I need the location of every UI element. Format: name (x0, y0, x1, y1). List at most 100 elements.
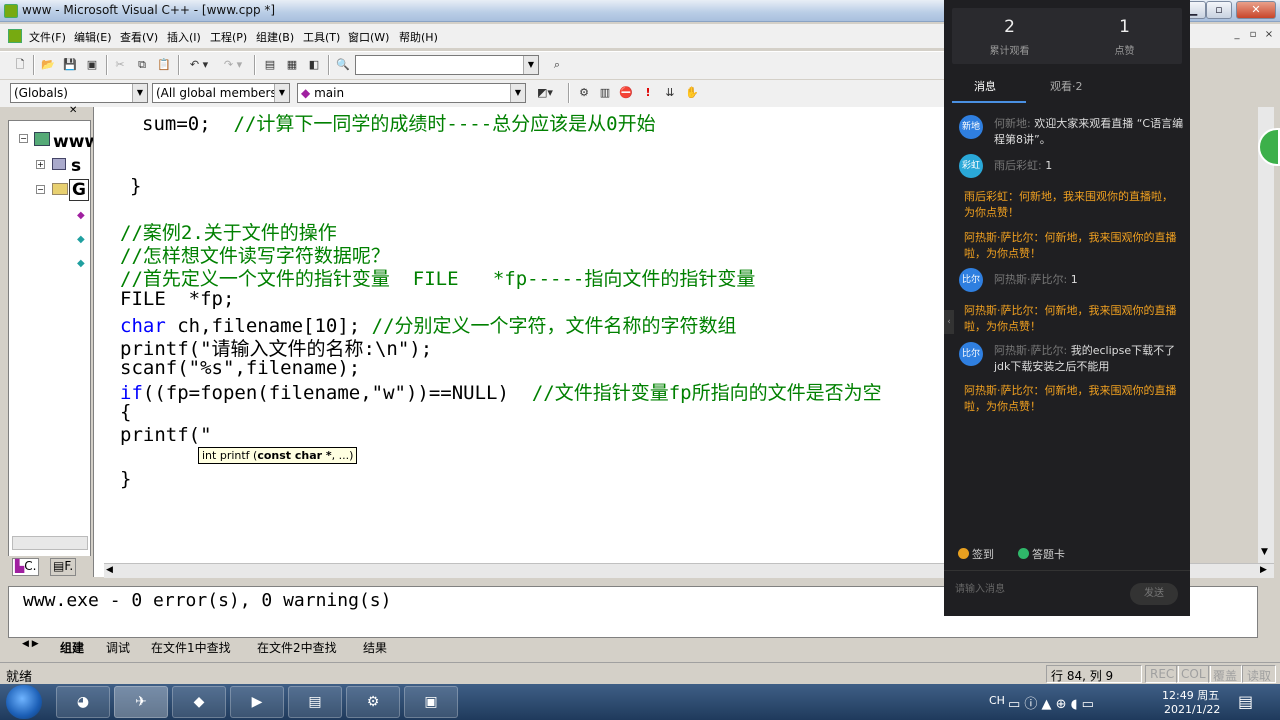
function-combo[interactable]: ◆ main ▼ (297, 83, 526, 103)
file-explorer-icon[interactable]: ▤ (288, 686, 342, 718)
build-icon[interactable]: ▥ (595, 83, 615, 103)
tab-results[interactable]: 结果 (363, 639, 387, 656)
variable-icon[interactable]: ◆ (77, 234, 85, 245)
scroll-left-icon[interactable]: ◀ (106, 565, 113, 575)
chevron-down-icon[interactable]: ▼ (132, 84, 147, 102)
tab-viewers[interactable]: 观看·2 (1050, 78, 1083, 94)
send-button[interactable]: 发送 (1130, 583, 1178, 605)
app-chat-icon[interactable]: ✈ (114, 686, 168, 718)
code-token: //计算下一同学的成绩时----总分应该是从0开始 (233, 113, 656, 135)
clock-date[interactable]: 2021/1/22 (1164, 703, 1220, 716)
function-icon[interactable]: ◆ (77, 210, 85, 221)
chat-input[interactable]: 请输入消息 (955, 580, 1005, 595)
clock-time[interactable]: 12:49 周五 (1162, 687, 1219, 703)
app-vcpp-icon[interactable]: ▣ (404, 686, 458, 718)
execute-icon[interactable]: ! (638, 83, 658, 103)
code-editor[interactable]: sum=0; //计算下一同学的成绩时----总分应该是从0开始 } //案例2… (93, 107, 944, 577)
input-language[interactable]: CH (989, 694, 1005, 707)
chevron-down-icon[interactable]: ▼ (523, 56, 538, 74)
folder-icon (52, 183, 68, 195)
workspace-header: ✕ (8, 105, 91, 121)
toolbar-separator (254, 55, 256, 75)
tab-find-in-files-2[interactable]: 在文件2中查找 (257, 639, 337, 656)
cut-icon[interactable]: ✂ (110, 55, 130, 75)
mdi-restore-button[interactable]: ▫ (1246, 28, 1260, 42)
tab-messages[interactable]: 消息 (974, 78, 996, 94)
menu-build[interactable]: 组建(B) (256, 29, 294, 45)
class-icon (52, 158, 66, 170)
scroll-down-icon[interactable]: ▼ (1261, 547, 1268, 557)
toolbar-separator (33, 55, 35, 75)
save-all-icon[interactable]: ▣ (82, 55, 102, 75)
tree-collapse-icon[interactable]: − (36, 185, 45, 194)
find-icon[interactable]: ⌕ (547, 55, 567, 75)
variable-icon[interactable]: ◆ (77, 258, 85, 269)
editor-vscroll[interactable]: ▼ (1258, 107, 1274, 563)
avatar: 新地 (959, 115, 983, 139)
chevron-down-icon[interactable]: ▼ (510, 84, 525, 102)
function-combo-value: main (314, 86, 345, 100)
undo-icon[interactable]: ↶ ▾ (184, 55, 214, 75)
tab-find-in-files-1[interactable]: 在文件1中查找 (151, 639, 231, 656)
menu-tools[interactable]: 工具(T) (303, 29, 340, 45)
open-folder-icon[interactable]: 📂 (38, 55, 58, 75)
stop-build-icon[interactable]: ⛔ (616, 83, 636, 103)
menu-window[interactable]: 窗口(W) (348, 29, 389, 45)
new-text-file-icon[interactable]: 🗋 (10, 55, 30, 75)
class-combo[interactable]: (Globals) ▼ (10, 83, 148, 103)
find-combo[interactable]: ▼ (355, 55, 539, 75)
notification-icon[interactable]: ▤ (1238, 692, 1253, 711)
menu-insert[interactable]: 插入(I) (167, 29, 201, 45)
members-combo[interactable]: (All global members ▼ (152, 83, 290, 103)
workspace-close-icon[interactable]: ✕ (69, 105, 77, 116)
app-360-icon[interactable]: ◕ (56, 686, 110, 718)
indicator-col: COL (1176, 665, 1211, 683)
code-token: //首先定义一个文件的指针变量 FILE *fp-----指向文件的指针变量 (120, 268, 756, 290)
redo-icon[interactable]: ↷ ▾ (218, 55, 248, 75)
app-ide-icon[interactable]: ⚙ (346, 686, 400, 718)
tab-build[interactable]: 组建 (60, 639, 84, 656)
workspace-hscroll[interactable] (12, 536, 88, 550)
scroll-right-icon[interactable]: ▶ (1260, 565, 1267, 575)
menu-project[interactable]: 工程(P) (210, 29, 247, 45)
tree-node-label-selected[interactable]: G (69, 179, 89, 201)
tab-classview[interactable]: ▙C. (12, 558, 40, 576)
paste-icon[interactable]: 📋 (154, 55, 174, 75)
tree-expand-icon[interactable]: + (36, 160, 45, 169)
go-icon[interactable]: ⇊ (660, 83, 680, 103)
answer-card-button[interactable]: 答题卡 (1018, 546, 1065, 562)
cursor-position: 行 84, 列 9 (1046, 665, 1142, 683)
compile-icon[interactable]: ⚙ (574, 83, 594, 103)
wizard-action-icon[interactable]: ◩▾ (530, 83, 560, 103)
workspace-icon[interactable]: ▤ (260, 55, 280, 75)
code-line: scanf("%s",filename); (120, 357, 360, 379)
menu-view[interactable]: 查看(V) (120, 29, 158, 45)
tab-debug[interactable]: 调试 (106, 639, 130, 656)
mdi-minimize-button[interactable]: _ (1230, 28, 1244, 42)
function-icon: ◆ (301, 86, 311, 100)
menu-help[interactable]: 帮助(H) (399, 29, 438, 45)
tree-collapse-icon[interactable]: − (19, 134, 28, 143)
collapse-panel-icon[interactable]: ‹ (944, 310, 954, 334)
close-button[interactable]: ✕ (1236, 1, 1276, 19)
menu-file[interactable]: 文件(F) (29, 29, 66, 45)
tab-fileview[interactable]: ▤F. (50, 558, 77, 576)
app-media-icon[interactable]: ▶ (230, 686, 284, 718)
app-video-icon[interactable]: ◆ (172, 686, 226, 718)
window-list-icon[interactable]: ◧ (304, 55, 324, 75)
tab-scroll-icon[interactable]: ◀ ▶ (22, 639, 39, 649)
maximize-button[interactable]: ▫ (1206, 1, 1232, 19)
mdi-close-button[interactable]: × (1262, 28, 1276, 42)
chat-message: 雨后彩虹: 1 (994, 158, 1194, 174)
tray-icons[interactable]: ▭ ⓘ ▲ ⊕ ◖ ▭ (1008, 693, 1094, 712)
chevron-down-icon[interactable]: ▼ (274, 84, 289, 102)
breakpoint-hand-icon[interactable]: ✋ (682, 83, 702, 103)
copy-icon[interactable]: ⧉ (132, 55, 152, 75)
save-icon[interactable]: 💾 (60, 55, 80, 75)
output-window-icon[interactable]: ▦ (282, 55, 302, 75)
checkin-button[interactable]: 签到 (958, 546, 994, 562)
start-button[interactable] (6, 685, 42, 719)
find-in-files-icon[interactable]: 🔍 (333, 55, 353, 75)
tree-node-label[interactable]: s (71, 156, 81, 176)
menu-edit[interactable]: 编辑(E) (74, 29, 112, 45)
